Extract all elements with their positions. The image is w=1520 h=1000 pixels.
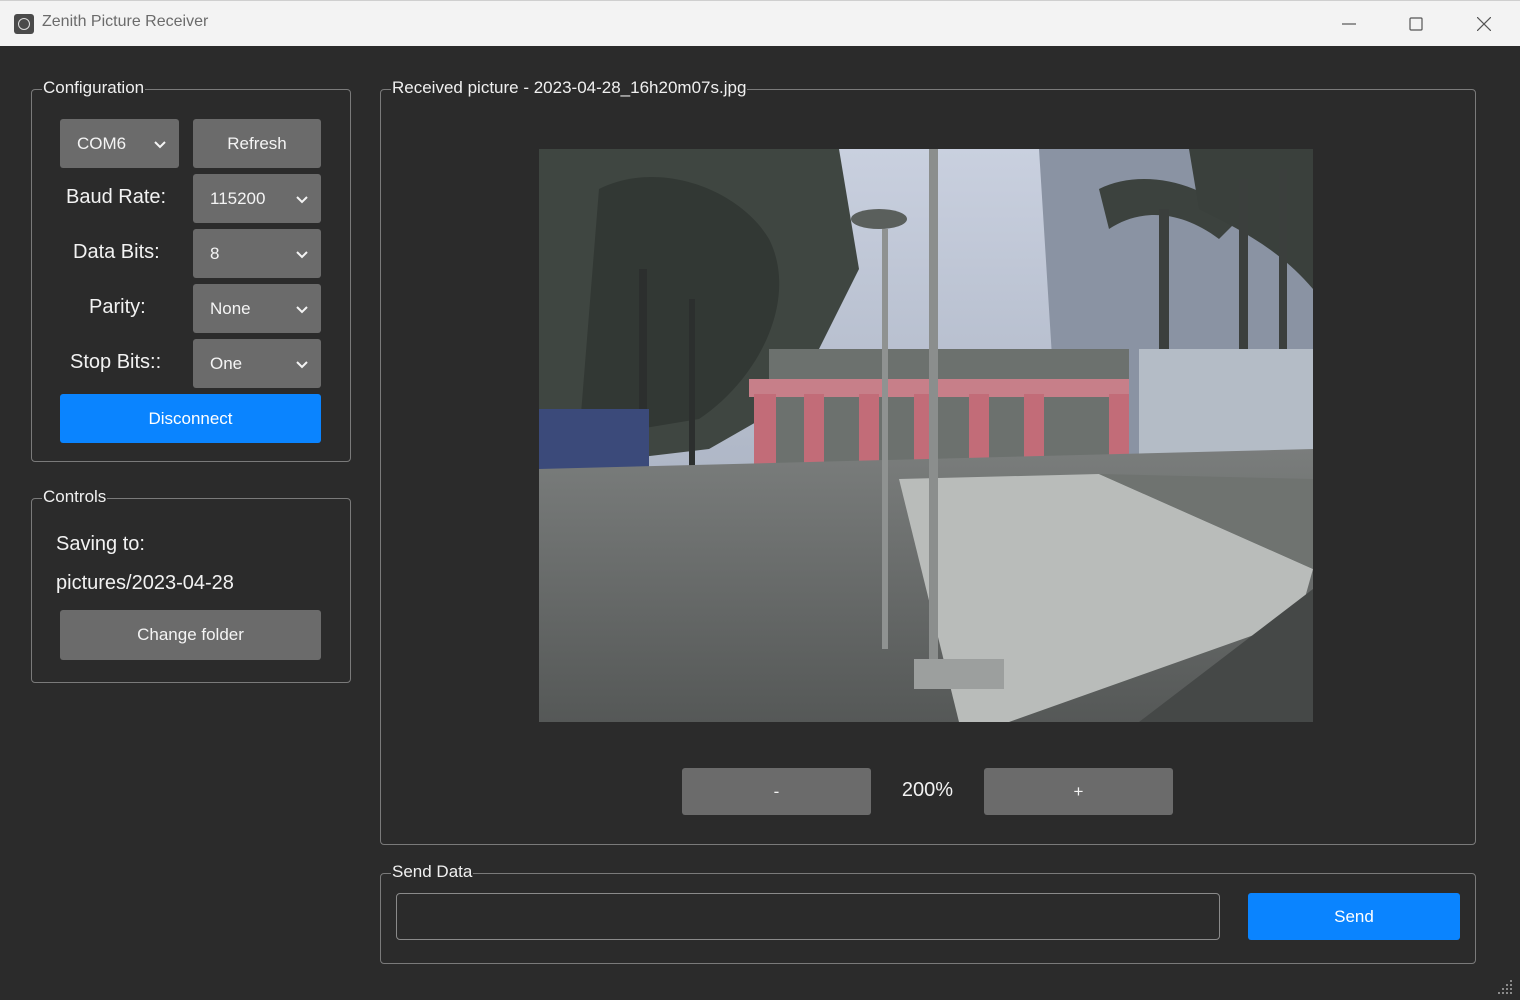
parity-label: Parity: [89,296,146,318]
chevron-down-icon [296,360,308,368]
window-title: Zenith Picture Receiver [42,13,209,30]
close-icon [1477,17,1491,31]
title-bar: Zenith Picture Receiver [0,0,1520,46]
zoom-in-button[interactable]: + [984,768,1173,815]
minimize-icon [1342,23,1356,25]
send-data-input[interactable] [396,893,1220,940]
maximize-button[interactable] [1383,1,1449,47]
controls-title: Controls [42,487,108,507]
received-picture-title: Received picture - 2023-04-28_16h20m07s.… [391,78,748,98]
maximize-icon [1409,17,1423,31]
port-value: COM6 [77,133,127,153]
chevron-down-icon [296,250,308,258]
stop-bits-value: One [210,353,243,373]
send-button[interactable]: Send [1248,893,1460,940]
chevron-down-icon [296,195,308,203]
baud-rate-select[interactable]: 115200 [193,174,321,223]
refresh-button[interactable]: Refresh [193,119,321,168]
baud-rate-label: Baud Rate: [66,186,167,208]
zoom-level: 200% [901,779,954,801]
close-button[interactable] [1451,1,1517,47]
app-logo-icon [14,14,34,34]
baud-rate-value: 115200 [210,188,266,208]
send-data-title: Send Data [391,862,474,882]
resize-grip-icon[interactable] [1498,978,1514,994]
zoom-out-button[interactable]: - [682,768,871,815]
disconnect-button[interactable]: Disconnect [60,394,321,443]
port-select[interactable]: COM6 [60,119,179,168]
data-bits-select[interactable]: 8 [193,229,321,278]
change-folder-button[interactable]: Change folder [60,610,321,660]
parity-select[interactable]: None [193,284,321,333]
stop-bits-label: Stop Bits:: [70,351,162,373]
received-picture-image [539,149,1313,722]
saving-to-label: Saving to: [56,533,145,555]
parity-value: None [210,298,251,318]
minimize-button[interactable] [1316,1,1382,47]
chevron-down-icon [296,305,308,313]
data-bits-value: 8 [210,243,220,263]
stop-bits-select[interactable]: One [193,339,321,388]
data-bits-label: Data Bits: [73,241,160,263]
received-picture [539,149,1313,722]
chevron-down-icon [154,140,166,148]
saving-path: pictures/2023-04-28 [56,572,234,594]
configuration-title: Configuration [42,78,146,98]
